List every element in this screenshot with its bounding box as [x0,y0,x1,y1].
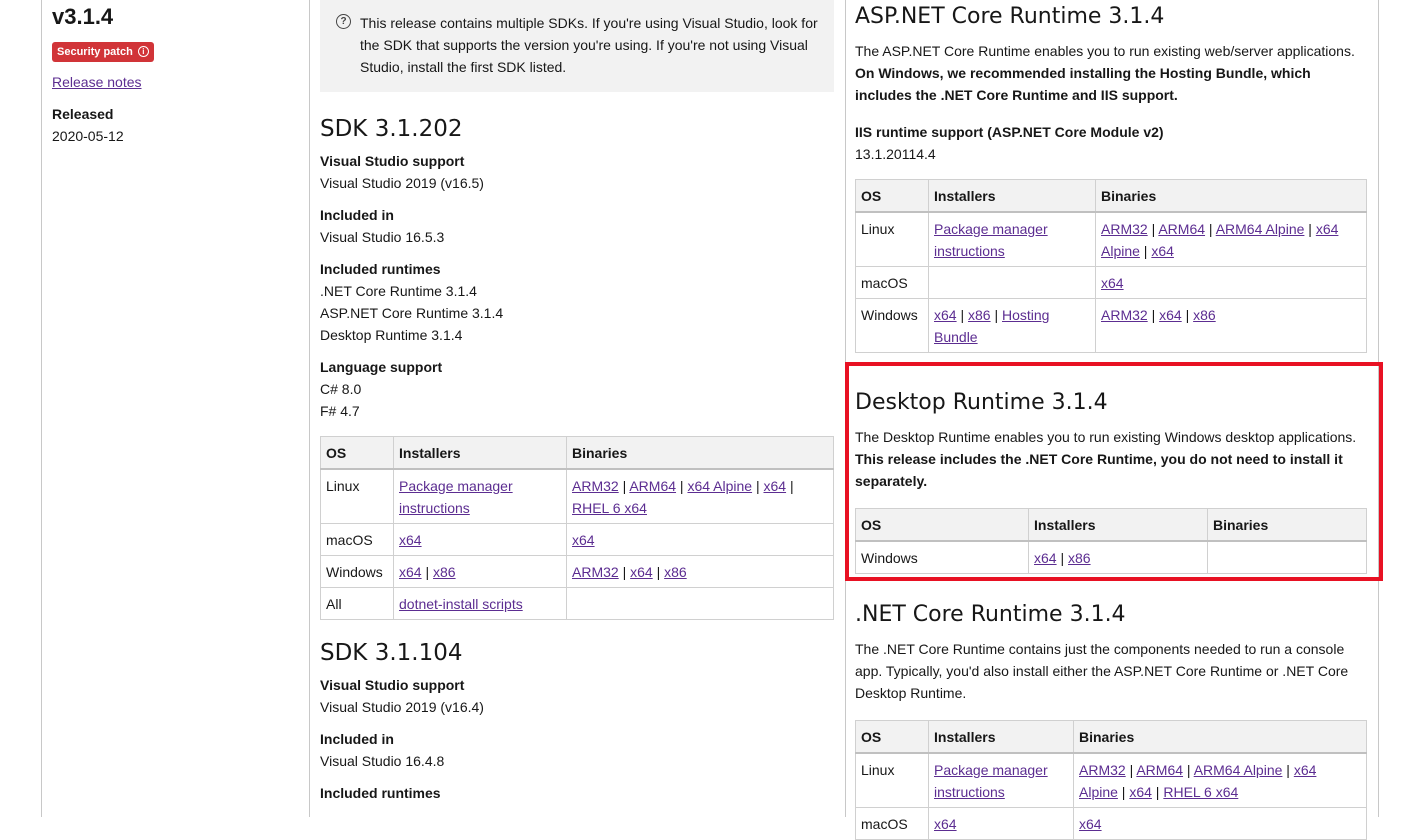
table-header-row: OS Installers Binaries [855,179,1367,213]
linux-arm64-link[interactable]: ARM64 [1158,221,1205,237]
security-patch-badge[interactable]: Security patch i [52,42,154,62]
windows-binary-x86-link[interactable]: x86 [1193,307,1216,323]
table-row: macOS x64 x64 [320,523,834,556]
linux-rhel-link[interactable]: RHEL 6 x64 [1163,784,1238,800]
aspnet-downloads-table: OS Installers Binaries Linux Package man… [855,179,1367,353]
table-header-row: OS Installers Binaries [855,720,1367,754]
package-manager-link[interactable]: Package manager instructions [934,762,1048,800]
macos-binary-x64-link[interactable]: x64 [1101,275,1124,291]
table-row: Windows x64 | x86 | Hosting Bundle ARM32 … [855,298,1367,353]
table-row: Windows x64 | x86 ARM32 | x64 | x86 [320,555,834,588]
vs-support-label: Visual Studio support [320,153,465,169]
package-manager-link[interactable]: Package manager instructions [934,221,1048,259]
windows-binary-arm32-link[interactable]: ARM32 [1101,307,1148,323]
table-header-row: OS Installers Binaries [320,436,834,470]
table-row: macOS x64 [855,266,1367,299]
iis-support-label: IIS runtime support (ASP.NET Core Module… [855,124,1164,140]
vs-support-label: Visual Studio support [320,677,465,693]
info-icon: i [137,46,149,57]
linux-arm64-alpine-link[interactable]: ARM64 Alpine [1194,762,1283,778]
macos-binary-x64-link[interactable]: x64 [1079,816,1102,832]
windows-binary-x64-link[interactable]: x64 [1159,307,1182,323]
sdk-title: SDK 3.1.202 [320,116,463,142]
language-item: C# 8.0 [320,381,362,397]
table-row: Linux Package manager instructions ARM32 … [855,752,1367,808]
table-row: Linux Package manager instructions ARM32 … [320,468,834,524]
question-icon: ? [336,14,351,29]
linux-x64-link[interactable]: x64 [1151,243,1174,259]
release-sidebar: v3.1.4 Security patch i Release notes Re… [52,2,302,147]
language-support-label: Language support [320,359,443,375]
linux-x64-link[interactable]: x64 [763,478,786,494]
aspnet-runtime-title: ASP.NET Core Runtime 3.1.4 [855,4,1165,29]
released-date: 2020-05-12 [52,128,124,144]
release-notes-link[interactable]: Release notes [52,74,142,90]
dotnet-install-scripts-link[interactable]: dotnet-install scripts [399,596,523,612]
included-in-value: Visual Studio 16.5.3 [320,229,445,245]
iis-support-value: 13.1.20114.4 [855,146,936,162]
aspnet-runtime-description: The ASP.NET Core Runtime enables you to … [855,43,1355,103]
sdk-column: ? This release contains multiple SDKs. I… [320,0,834,804]
aspnet-runtime-section: ASP.NET Core Runtime 3.1.4 The ASP.NET C… [855,2,1367,353]
windows-installer-x64-link[interactable]: x64 [934,307,957,323]
included-in-label: Included in [320,731,394,747]
linux-arm64-link[interactable]: ARM64 [1136,762,1183,778]
macos-installer-x64-link[interactable]: x64 [934,816,957,832]
package-manager-link[interactable]: Package manager instructions [399,478,513,516]
vs-support-value: Visual Studio 2019 (v16.5) [320,175,484,191]
netcore-downloads-table: OS Installers Binaries Linux Package man… [855,720,1367,840]
linux-arm32-link[interactable]: ARM32 [572,478,619,494]
windows-installer-x86-link[interactable]: x86 [968,307,991,323]
page-border-left [41,0,42,817]
column-divider-1 [309,0,310,817]
included-runtimes-label: Included runtimes [320,785,441,801]
released-label: Released [52,106,114,122]
included-in-label: Included in [320,207,394,223]
runtime-item: ASP.NET Core Runtime 3.1.4 [320,305,504,321]
linux-arm64-link[interactable]: ARM64 [629,478,676,494]
table-row: macOS x64 x64 [855,807,1367,840]
table-row: All dotnet-install scripts [320,587,834,620]
linux-arm32-link[interactable]: ARM32 [1101,221,1148,237]
windows-installer-x64-link[interactable]: x64 [399,564,422,580]
netcore-runtime-description: The .NET Core Runtime contains just the … [855,641,1349,701]
linux-x64-link[interactable]: x64 [1129,784,1152,800]
windows-installer-x86-link[interactable]: x86 [433,564,456,580]
runtime-item: Desktop Runtime 3.1.4 [320,327,463,343]
multiple-sdk-note: ? This release contains multiple SDKs. I… [320,0,834,92]
vs-support-value: Visual Studio 2019 (v16.4) [320,699,484,715]
sdk-3-1-104-section: SDK 3.1.104 Visual Studio support Visual… [320,638,834,804]
macos-installer-x64-link[interactable]: x64 [399,532,422,548]
sdk-title: SDK 3.1.104 [320,640,463,666]
windows-binary-x86-link[interactable]: x86 [664,564,687,580]
sdk-downloads-table: OS Installers Binaries Linux Package man… [320,436,834,620]
release-version: v3.1.4 [52,4,114,29]
desktop-runtime-highlight-box [845,362,1383,581]
macos-binary-x64-link[interactable]: x64 [572,532,595,548]
netcore-runtime-title: .NET Core Runtime 3.1.4 [855,602,1126,627]
linux-rhel-link[interactable]: RHEL 6 x64 [572,500,647,516]
included-runtimes-label: Included runtimes [320,261,441,277]
windows-binary-x64-link[interactable]: x64 [630,564,653,580]
linux-arm32-link[interactable]: ARM32 [1079,762,1126,778]
windows-binary-arm32-link[interactable]: ARM32 [572,564,619,580]
table-row: Linux Package manager instructions ARM32 … [855,211,1367,267]
netcore-runtime-section: .NET Core Runtime 3.1.4 The .NET Core Ru… [855,600,1367,840]
included-in-value: Visual Studio 16.4.8 [320,753,445,769]
runtime-item: .NET Core Runtime 3.1.4 [320,283,477,299]
sdk-3-1-202-section: SDK 3.1.202 Visual Studio support Visual… [320,114,834,620]
linux-x64-alpine-link[interactable]: x64 Alpine [687,478,752,494]
linux-arm64-alpine-link[interactable]: ARM64 Alpine [1216,221,1305,237]
language-item: F# 4.7 [320,403,360,419]
